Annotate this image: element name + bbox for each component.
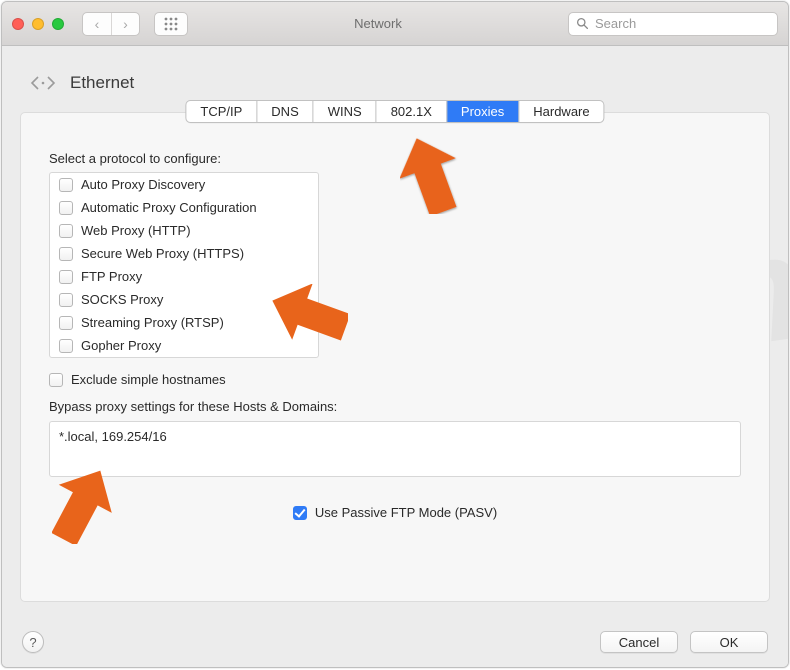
pane-header: Ethernet bbox=[28, 68, 770, 98]
tabbar: TCP/IP DNS WINS 802.1X Proxies Hardware bbox=[185, 100, 604, 123]
protocol-label: Web Proxy (HTTP) bbox=[81, 223, 191, 238]
help-button[interactable]: ? bbox=[22, 631, 44, 653]
protocol-label: Auto Proxy Discovery bbox=[81, 177, 205, 192]
checkbox[interactable] bbox=[59, 316, 73, 330]
grid-icon bbox=[164, 17, 178, 31]
tab-hardware[interactable]: Hardware bbox=[518, 101, 603, 122]
tab-wins[interactable]: WINS bbox=[313, 101, 376, 122]
pasv-row[interactable]: Use Passive FTP Mode (PASV) bbox=[49, 505, 741, 520]
nav-buttons: ‹ › bbox=[82, 12, 140, 36]
tab-8021x[interactable]: 802.1X bbox=[376, 101, 446, 122]
protocol-row[interactable]: Web Proxy (HTTP) bbox=[50, 219, 318, 242]
protocol-row[interactable]: SOCKS Proxy bbox=[50, 288, 318, 311]
protocol-label: Gopher Proxy bbox=[81, 338, 161, 353]
pane-title: Ethernet bbox=[70, 73, 134, 93]
exclude-checkbox[interactable] bbox=[49, 373, 63, 387]
search-field[interactable]: Search bbox=[568, 12, 778, 36]
protocol-row[interactable]: Streaming Proxy (RTSP) bbox=[50, 311, 318, 334]
action-buttons: Cancel OK bbox=[600, 631, 768, 653]
protocol-row[interactable]: Secure Web Proxy (HTTPS) bbox=[50, 242, 318, 265]
forward-button[interactable]: › bbox=[111, 13, 139, 35]
tab-dns[interactable]: DNS bbox=[256, 101, 312, 122]
protocol-list: Auto Proxy Discovery Automatic Proxy Con… bbox=[49, 172, 319, 358]
bottom-bar: ? Cancel OK bbox=[22, 631, 768, 653]
protocol-section-label: Select a protocol to configure: bbox=[49, 151, 741, 166]
protocol-row[interactable]: FTP Proxy bbox=[50, 265, 318, 288]
window-frame: ‹ › Network Search PCrisk.com Ethernet T… bbox=[1, 1, 789, 668]
protocol-label: Secure Web Proxy (HTTPS) bbox=[81, 246, 244, 261]
tab-proxies[interactable]: Proxies bbox=[446, 101, 518, 122]
ethernet-icon bbox=[28, 68, 58, 98]
show-all-button[interactable] bbox=[154, 12, 188, 36]
search-placeholder: Search bbox=[595, 16, 636, 31]
content-area: PCrisk.com Ethernet TCP/IP DNS WINS 802.… bbox=[2, 46, 788, 667]
settings-panel: TCP/IP DNS WINS 802.1X Proxies Hardware … bbox=[20, 112, 770, 602]
protocol-label: FTP Proxy bbox=[81, 269, 142, 284]
tab-tcpip[interactable]: TCP/IP bbox=[186, 101, 256, 122]
minimize-window-button[interactable] bbox=[32, 18, 44, 30]
protocol-row[interactable]: Gopher Proxy bbox=[50, 334, 318, 357]
checkbox[interactable] bbox=[59, 178, 73, 192]
protocol-label: SOCKS Proxy bbox=[81, 292, 163, 307]
titlebar: ‹ › Network Search bbox=[2, 2, 788, 46]
protocol-row[interactable]: Automatic Proxy Configuration bbox=[50, 196, 318, 219]
search-icon bbox=[576, 17, 589, 30]
bypass-textarea[interactable]: *.local, 169.254/16 bbox=[49, 421, 741, 477]
ok-button[interactable]: OK bbox=[690, 631, 768, 653]
checkbox[interactable] bbox=[59, 293, 73, 307]
exclude-label: Exclude simple hostnames bbox=[71, 372, 226, 387]
protocol-label: Streaming Proxy (RTSP) bbox=[81, 315, 224, 330]
checkbox[interactable] bbox=[59, 270, 73, 284]
checkbox[interactable] bbox=[59, 201, 73, 215]
window-title: Network bbox=[196, 16, 560, 31]
bypass-label: Bypass proxy settings for these Hosts & … bbox=[49, 399, 741, 414]
exclude-hostnames-row[interactable]: Exclude simple hostnames bbox=[49, 372, 741, 387]
checkbox[interactable] bbox=[59, 339, 73, 353]
pasv-label: Use Passive FTP Mode (PASV) bbox=[315, 505, 497, 520]
close-window-button[interactable] bbox=[12, 18, 24, 30]
zoom-window-button[interactable] bbox=[52, 18, 64, 30]
back-button[interactable]: ‹ bbox=[83, 13, 111, 35]
protocol-label: Automatic Proxy Configuration bbox=[81, 200, 257, 215]
panel-inner: Select a protocol to configure: Auto Pro… bbox=[21, 113, 769, 542]
pasv-checkbox[interactable] bbox=[293, 506, 307, 520]
checkbox[interactable] bbox=[59, 247, 73, 261]
checkbox[interactable] bbox=[59, 224, 73, 238]
protocol-row[interactable]: Auto Proxy Discovery bbox=[50, 173, 318, 196]
traffic-lights bbox=[12, 18, 64, 30]
cancel-button[interactable]: Cancel bbox=[600, 631, 678, 653]
chevron-right-icon: › bbox=[123, 16, 128, 32]
chevron-left-icon: ‹ bbox=[95, 16, 100, 32]
